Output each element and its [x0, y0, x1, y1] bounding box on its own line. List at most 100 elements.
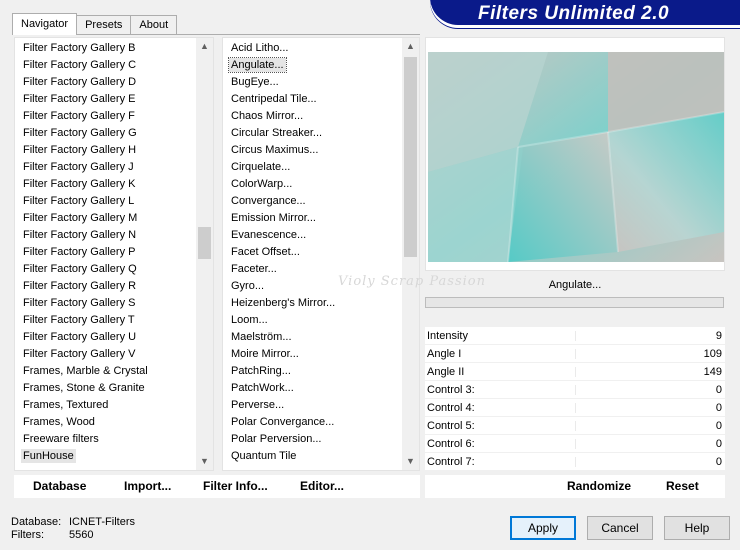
category-item[interactable]: Filter Factory Gallery T [15, 312, 196, 329]
help-button[interactable]: Help [664, 516, 730, 540]
category-item[interactable]: FunHouse [15, 448, 196, 465]
filter-item[interactable]: PatchRing... [223, 363, 402, 380]
category-item-label: Frames, Stone & Granite [23, 382, 145, 394]
filter-item[interactable]: Maelström... [223, 329, 402, 346]
filter-item-label: PatchRing... [231, 365, 291, 377]
apply-button[interactable]: Apply [510, 516, 576, 540]
cancel-button[interactable]: Cancel [587, 516, 653, 540]
bottom-toolbar: Database Import... Filter Info... Editor… [14, 475, 420, 498]
filter-item[interactable]: Angulate... [223, 57, 402, 74]
filter-item[interactable]: Loom... [223, 312, 402, 329]
category-item[interactable]: Filter Factory Gallery V [15, 346, 196, 363]
filter-item-label: Convergance... [231, 195, 306, 207]
filter-item[interactable]: BugEye... [223, 74, 402, 91]
control-row[interactable]: Control 5: 0 [425, 417, 725, 435]
filter-item[interactable]: Evanescence... [223, 227, 402, 244]
category-item[interactable]: Filter Factory Gallery P [15, 244, 196, 261]
control-row[interactable]: Angle I 109 [425, 345, 725, 363]
filter-scroll-thumb[interactable] [404, 57, 417, 257]
filter-item-label: Circular Streaker... [231, 127, 323, 139]
category-item[interactable]: Filter Factory Gallery G [15, 125, 196, 142]
scroll-up-icon[interactable]: ▲ [402, 38, 419, 55]
filter-item[interactable]: Perverse... [223, 397, 402, 414]
filter-item[interactable]: Emission Mirror... [223, 210, 402, 227]
category-item[interactable]: Filter Factory Gallery C [15, 57, 196, 74]
category-item[interactable]: Filter Factory Gallery R [15, 278, 196, 295]
filter-item[interactable]: Polar Perversion... [223, 431, 402, 448]
category-item[interactable]: Frames, Wood [15, 414, 196, 431]
category-item[interactable]: Frames, Stone & Granite [15, 380, 196, 397]
filter-item[interactable]: Polar Convergance... [223, 414, 402, 431]
category-item-label: Filter Factory Gallery V [23, 348, 136, 360]
filters-label: Filters: [11, 529, 44, 541]
filter-item[interactable]: ColorWarp... [223, 176, 402, 193]
filter-item[interactable]: Centripedal Tile... [223, 91, 402, 108]
category-list[interactable]: Filter Factory Gallery B Filter Factory G… [14, 37, 214, 471]
database-button[interactable]: Database [33, 475, 86, 498]
scroll-up-icon[interactable]: ▲ [196, 38, 213, 55]
tab-navigator[interactable]: Navigator [12, 13, 78, 35]
category-item[interactable]: Filter Factory Gallery D [15, 74, 196, 91]
filter-item[interactable]: Quantum Tile [223, 448, 402, 465]
category-scroll-thumb[interactable] [198, 227, 211, 259]
database-label: Database: [11, 516, 62, 528]
control-row[interactable]: Control 4: 0 [425, 399, 725, 417]
import-button[interactable]: Import... [124, 475, 171, 498]
filter-item[interactable]: Moire Mirror... [223, 346, 402, 363]
filter-item[interactable]: Acid Litho... [223, 40, 402, 57]
category-item-label: Frames, Marble & Crystal [23, 365, 148, 377]
category-item-label: Frames, Textured [23, 399, 109, 411]
category-item[interactable]: Filter Factory Gallery U [15, 329, 196, 346]
category-item-label: Filter Factory Gallery S [23, 297, 136, 309]
category-item[interactable]: Filter Factory Gallery S [15, 295, 196, 312]
control-row[interactable]: Control 6: 0 [425, 435, 725, 453]
filter-item-label: Facet Offset... [231, 246, 300, 258]
category-item[interactable]: Filter Factory Gallery E [15, 91, 196, 108]
filter-item[interactable]: Heizenberg's Mirror... [223, 295, 402, 312]
control-row[interactable]: Intensity 9 [425, 327, 725, 345]
category-item[interactable]: Filter Factory Gallery Q [15, 261, 196, 278]
category-item-label: Filter Factory Gallery N [23, 229, 137, 241]
control-label: Control 3: [427, 384, 475, 396]
category-scrollbar[interactable]: ▲ ▼ [196, 38, 213, 470]
category-item[interactable]: Filter Factory Gallery K [15, 176, 196, 193]
category-item[interactable]: Filter Factory Gallery M [15, 210, 196, 227]
progress-bar [425, 297, 724, 308]
filter-item[interactable]: Cirquelate... [223, 159, 402, 176]
title-banner: Filters Unlimited 2.0 [430, 0, 740, 28]
tab-about[interactable]: About [130, 15, 178, 35]
preview-panel [425, 37, 725, 271]
filter-item-label: Gyro... [231, 280, 265, 292]
filter-scrollbar[interactable]: ▲ ▼ [402, 38, 419, 470]
category-item[interactable]: Filter Factory Gallery H [15, 142, 196, 159]
reset-button[interactable]: Reset [666, 475, 699, 498]
scroll-down-icon[interactable]: ▼ [402, 453, 419, 470]
filter-item[interactable]: Convergance... [223, 193, 402, 210]
editor-button[interactable]: Editor... [300, 475, 344, 498]
filter-info-button[interactable]: Filter Info... [203, 475, 268, 498]
filter-item[interactable]: Chaos Mirror... [223, 108, 402, 125]
randomize-button[interactable]: Randomize [567, 475, 631, 498]
tab-presets[interactable]: Presets [76, 15, 132, 35]
category-item[interactable]: Filter Factory Gallery J [15, 159, 196, 176]
control-value: 0 [715, 402, 722, 414]
category-item[interactable]: Frames, Textured [15, 397, 196, 414]
category-item[interactable]: Filter Factory Gallery F [15, 108, 196, 125]
scroll-down-icon[interactable]: ▼ [196, 453, 213, 470]
control-row[interactable]: Control 7: 0 [425, 453, 725, 471]
category-item[interactable]: Filter Factory Gallery B [15, 40, 196, 57]
filter-list[interactable]: Acid Litho... Angulate... BugEye... Centrip… [222, 37, 420, 471]
category-item[interactable]: Filter Factory Gallery N [15, 227, 196, 244]
filter-item[interactable]: Circular Streaker... [223, 125, 402, 142]
category-item[interactable]: Filter Factory Gallery L [15, 193, 196, 210]
filter-item[interactable]: PatchWork... [223, 380, 402, 397]
controls-panel: Intensity 9 Angle I 109 Angle II 149 Control 3… [425, 327, 725, 471]
control-row[interactable]: Angle II 149 [425, 363, 725, 381]
control-row[interactable]: Control 3: 0 [425, 381, 725, 399]
category-item-label: Filter Factory Gallery B [23, 42, 136, 54]
category-item[interactable]: Freeware filters [15, 431, 196, 448]
control-slider-tick [575, 331, 576, 341]
filter-item[interactable]: Circus Maximus... [223, 142, 402, 159]
category-item[interactable]: Frames, Marble & Crystal [15, 363, 196, 380]
filter-item[interactable]: Facet Offset... [223, 244, 402, 261]
